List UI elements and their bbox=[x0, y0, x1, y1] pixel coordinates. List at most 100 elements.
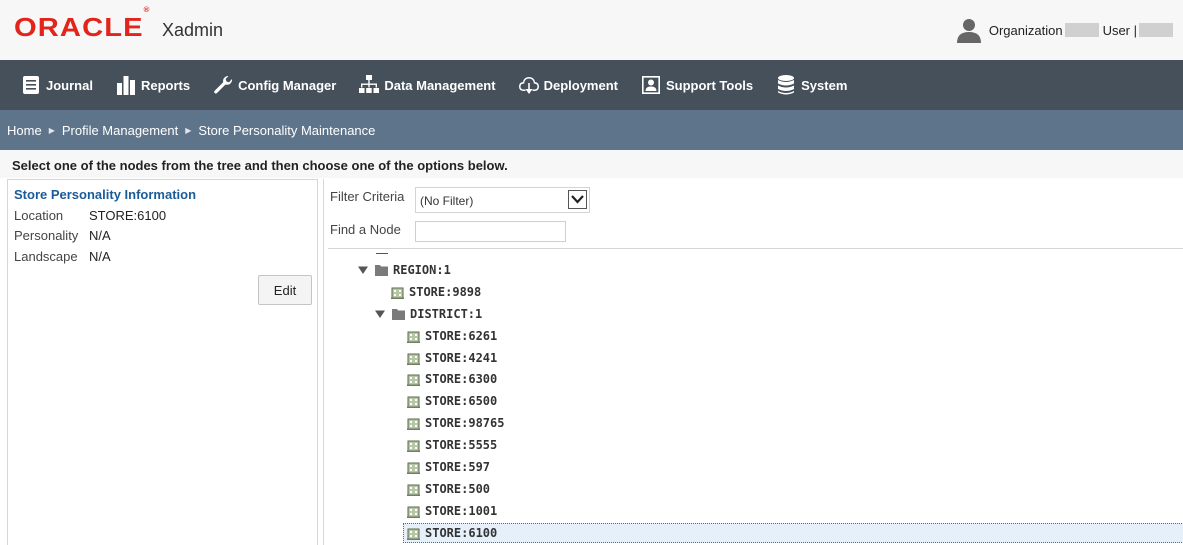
journal-icon bbox=[23, 76, 39, 94]
nav-deployment[interactable]: Deployment bbox=[510, 60, 626, 110]
bar-chart-icon bbox=[116, 76, 135, 95]
tree-node-store-selected[interactable]: STORE:6100 bbox=[403, 523, 1183, 543]
breadcrumb: Home ▶ Profile Management ▶ Store Person… bbox=[0, 110, 1183, 150]
tree-node-district[interactable]: DISTRICT:1 bbox=[375, 304, 482, 324]
hierarchy-icon bbox=[359, 75, 380, 93]
landscape-label: Landscape bbox=[14, 249, 78, 264]
chevron-down-icon[interactable] bbox=[568, 190, 587, 209]
nav-support-tools-label: Support Tools bbox=[665, 77, 754, 93]
folder-icon bbox=[392, 308, 405, 320]
tree-node-label: STORE:6261 bbox=[425, 329, 498, 343]
store-building-icon bbox=[407, 440, 420, 452]
filter-criteria-value: (No Filter) bbox=[420, 194, 474, 208]
tree-node-label: STORE:500 bbox=[425, 482, 491, 496]
landscape-value: N/A bbox=[89, 249, 111, 264]
breadcrumb-profile-management[interactable]: Profile Management bbox=[62, 123, 178, 138]
database-icon bbox=[778, 75, 795, 95]
location-value: STORE:6100 bbox=[89, 208, 167, 223]
nav-data-management[interactable]: Data Management bbox=[350, 60, 503, 110]
tree-node-label: STORE:597 bbox=[425, 460, 491, 474]
store-building-icon bbox=[407, 506, 420, 518]
tree-node-label: STORE:6300 bbox=[425, 372, 498, 386]
store-building-icon bbox=[407, 418, 420, 430]
tree-node-store[interactable]: STORE:98765 bbox=[407, 413, 504, 433]
nav-journal-label: Journal bbox=[46, 77, 93, 93]
expanded-triangle-icon[interactable] bbox=[358, 265, 368, 275]
tree-node-store[interactable]: STORE:6261 bbox=[407, 326, 497, 346]
tree-node-store[interactable]: STORE:1001 bbox=[407, 501, 497, 521]
nav-deployment-label: Deployment bbox=[543, 77, 618, 93]
nav-support-tools[interactable]: Support Tools bbox=[632, 60, 761, 110]
tree-node-store[interactable]: STORE:5555 bbox=[407, 435, 497, 455]
tree-node-label: STORE:5555 bbox=[425, 438, 498, 452]
filter-criteria-label: Filter Criteria bbox=[330, 189, 405, 204]
tree-node-label: STORE:4241 bbox=[425, 351, 498, 365]
nav-journal[interactable]: Journal bbox=[12, 60, 101, 110]
filter-criteria-select[interactable]: (No Filter) bbox=[415, 187, 590, 213]
tree-node-label: STORE:6500 bbox=[425, 394, 498, 408]
store-building-icon bbox=[391, 287, 404, 299]
nav-system[interactable]: System bbox=[767, 60, 855, 110]
store-building-icon bbox=[407, 484, 420, 496]
tree-scroll-indicator bbox=[376, 253, 388, 254]
nav-reports[interactable]: Reports bbox=[107, 60, 198, 110]
tree-node-label: STORE:1001 bbox=[425, 504, 498, 518]
nav-config-manager[interactable]: Config Manager bbox=[204, 60, 344, 110]
expanded-triangle-icon[interactable] bbox=[375, 309, 385, 319]
tree-node-label: STORE:6100 bbox=[425, 526, 498, 540]
tree-node-store[interactable]: STORE:6300 bbox=[407, 369, 497, 389]
breadcrumb-separator-icon: ▶ bbox=[48, 125, 55, 135]
user-redacted bbox=[1139, 23, 1173, 37]
breadcrumb-home[interactable]: Home bbox=[7, 123, 42, 138]
app-name: Xadmin bbox=[162, 20, 224, 40]
folder-icon bbox=[375, 264, 388, 276]
store-building-icon bbox=[407, 353, 420, 365]
nav-reports-label: Reports bbox=[140, 77, 191, 93]
tree-node-store[interactable]: STORE:4241 bbox=[407, 348, 497, 368]
nav-system-label: System bbox=[801, 77, 848, 93]
tree-panel: Filter Criteria (No Filter) Find a Node … bbox=[323, 179, 1183, 545]
breadcrumb-separator-icon: ▶ bbox=[185, 125, 192, 135]
organization-redacted bbox=[1064, 23, 1099, 37]
cloud-download-icon bbox=[518, 77, 539, 94]
location-label: Location bbox=[14, 208, 64, 223]
app-header: ORACLE® Xadmin Organization User | bbox=[0, 0, 1183, 60]
user-area: Organization User | bbox=[955, 16, 1173, 44]
store-building-icon bbox=[407, 396, 420, 408]
edit-button[interactable]: Edit bbox=[258, 275, 312, 305]
panel-title: Store Personality Information bbox=[14, 187, 197, 202]
nav-data-management-label: Data Management bbox=[384, 77, 496, 93]
user-label: User | bbox=[1102, 22, 1137, 38]
store-building-icon bbox=[407, 462, 420, 474]
store-building-icon bbox=[407, 528, 420, 540]
user-avatar-icon[interactable] bbox=[955, 16, 983, 44]
tree-node-store[interactable]: STORE:6500 bbox=[407, 391, 497, 411]
instruction-text: Select one of the nodes from the tree an… bbox=[0, 150, 1183, 178]
personality-value: N/A bbox=[89, 228, 111, 243]
personality-row: Personality N/A bbox=[14, 228, 111, 243]
tree-node-store[interactable]: STORE:9898 bbox=[391, 282, 481, 302]
breadcrumb-current: Store Personality Maintenance bbox=[198, 122, 376, 138]
store-personality-info-panel: Store Personality Information Location ST… bbox=[7, 179, 318, 545]
location-row: Location STORE:6100 bbox=[14, 208, 166, 223]
store-building-icon bbox=[407, 374, 420, 386]
divider bbox=[328, 248, 1183, 249]
nav-config-manager-label: Config Manager bbox=[238, 77, 337, 93]
main-nav: Journal Reports Config Manager Data Mana… bbox=[0, 60, 1183, 110]
tree-node-label: STORE:9898 bbox=[409, 285, 482, 299]
store-building-icon bbox=[407, 331, 420, 343]
oracle-logo: ORACLE® bbox=[14, 7, 150, 42]
personality-label: Personality bbox=[14, 228, 79, 243]
tree-node-label: STORE:98765 bbox=[425, 416, 505, 430]
tree-node-store[interactable]: STORE:500 bbox=[407, 479, 490, 499]
tree-node-store[interactable]: STORE:597 bbox=[407, 457, 490, 477]
tree-node-label: REGION:1 bbox=[393, 263, 451, 277]
wrench-icon bbox=[214, 75, 233, 94]
tree-node-label: DISTRICT:1 bbox=[410, 307, 483, 321]
find-node-label: Find a Node bbox=[330, 222, 401, 237]
landscape-row: Landscape N/A bbox=[14, 249, 111, 264]
tree-node-region[interactable]: REGION:1 bbox=[358, 260, 451, 280]
support-agent-icon bbox=[641, 76, 660, 94]
organization-label: Organization bbox=[988, 22, 1063, 38]
find-node-input[interactable] bbox=[415, 221, 566, 242]
